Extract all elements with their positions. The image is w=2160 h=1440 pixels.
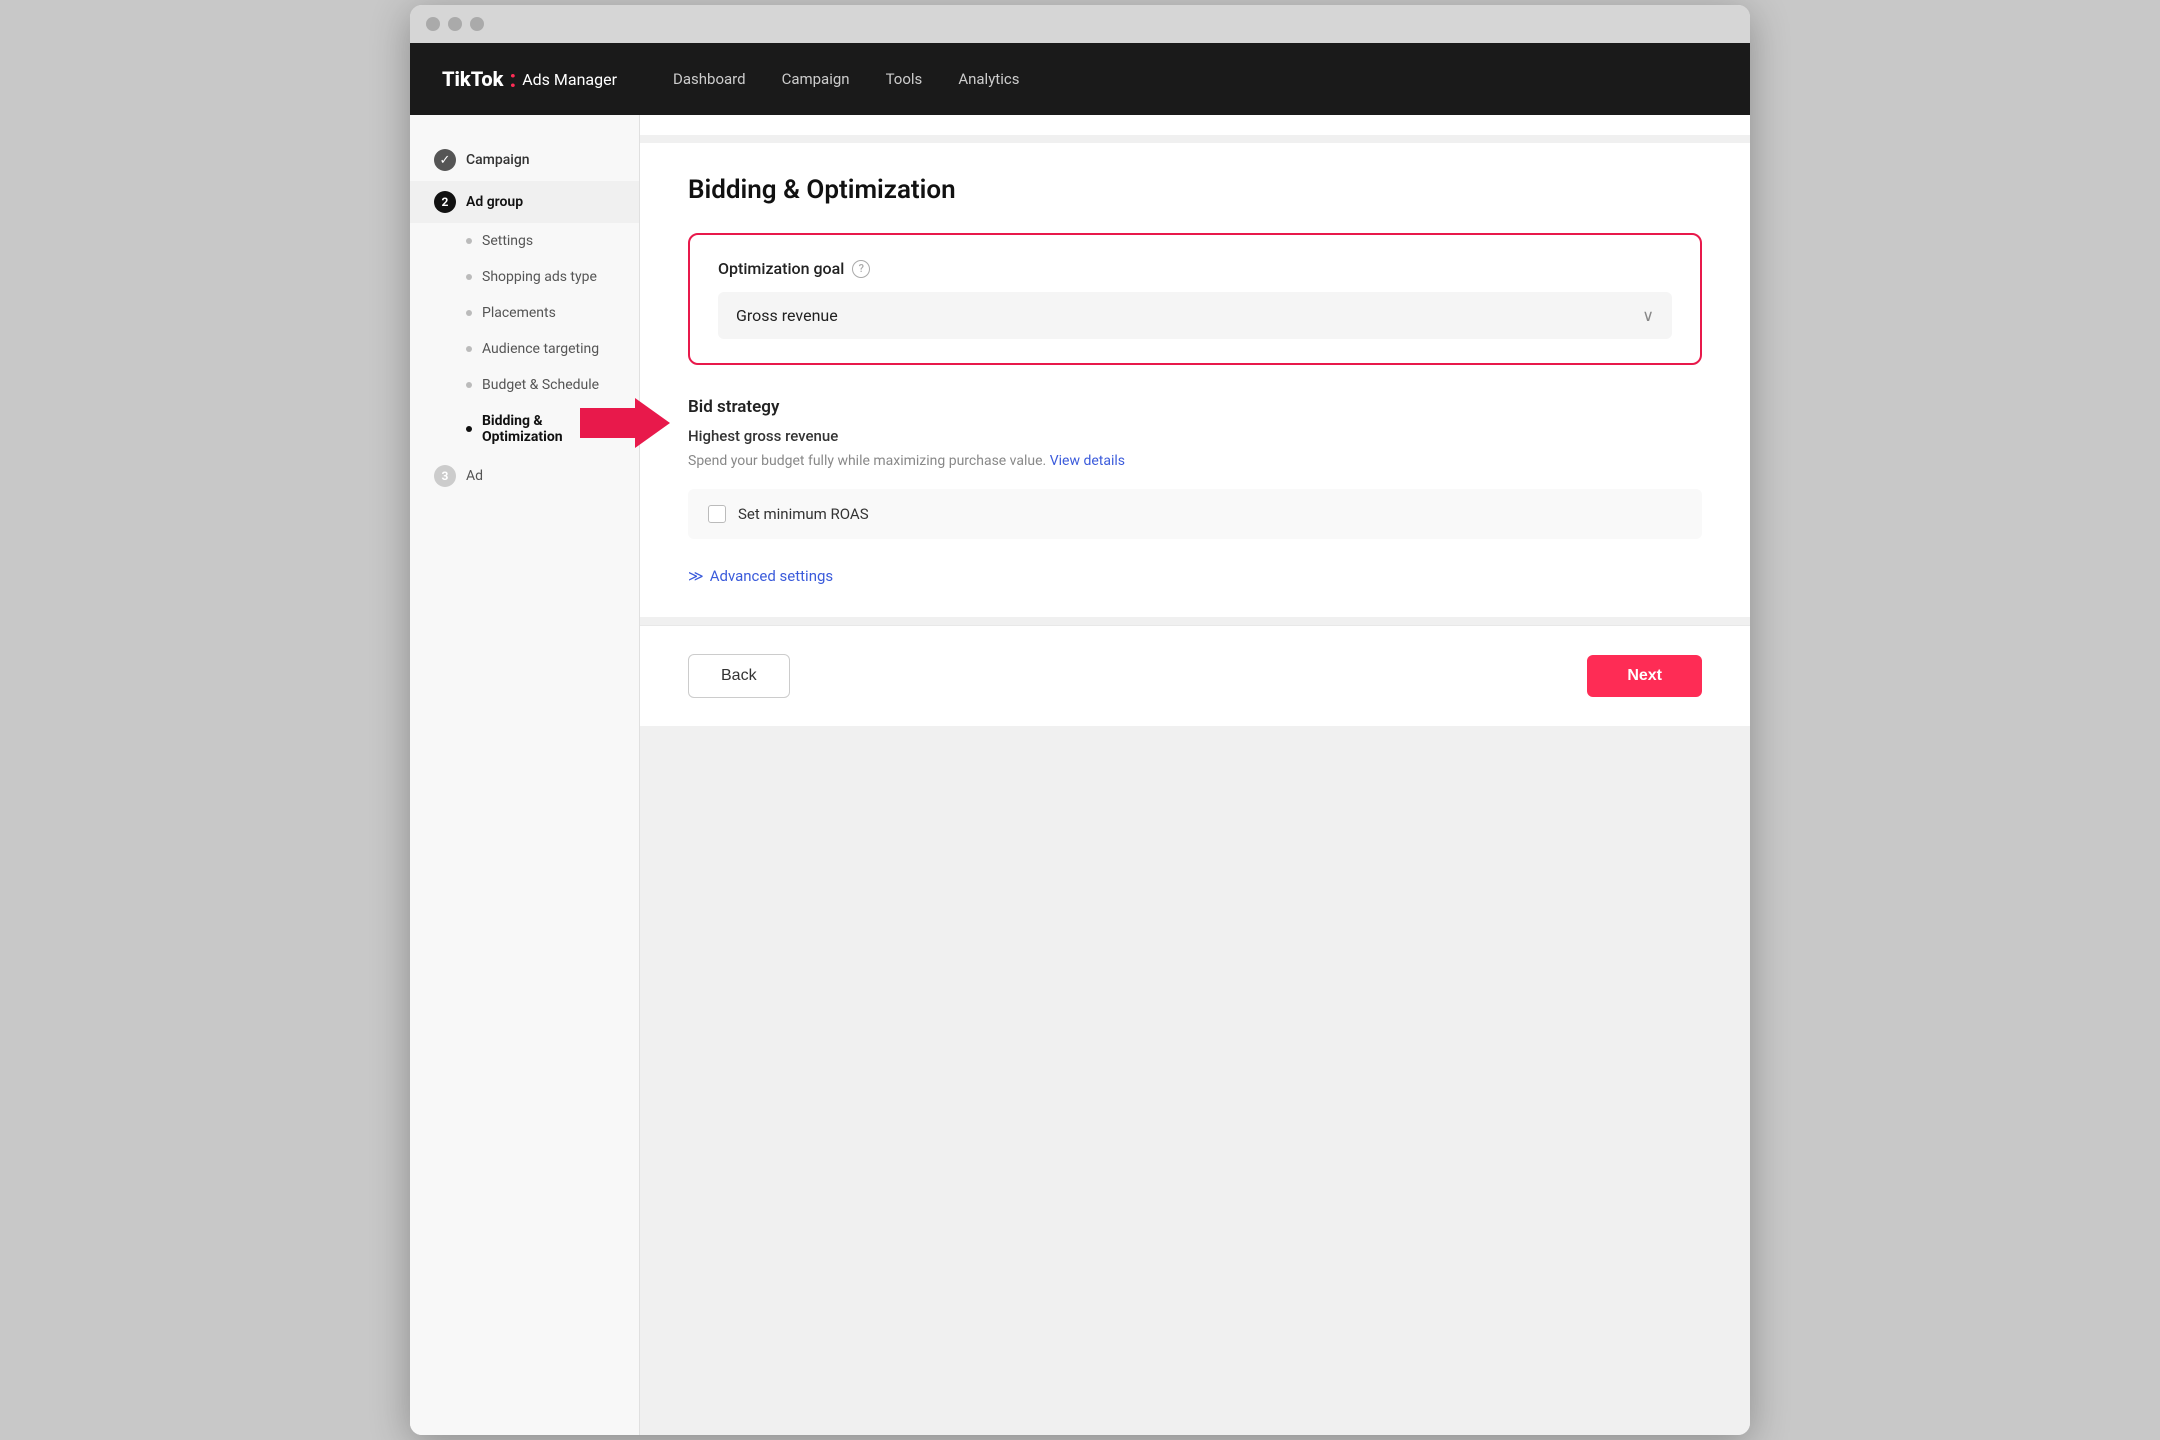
opt-select-value: Gross revenue	[736, 306, 838, 325]
advanced-chevron: ≫	[688, 567, 704, 585]
sidebar-settings-label: Settings	[482, 233, 533, 249]
arrow-indicator	[580, 393, 670, 457]
sidebar-dot-budget	[466, 382, 472, 388]
sidebar-check-campaign: ✓	[434, 149, 456, 171]
next-button[interactable]: Next	[1587, 655, 1702, 697]
app-body: ✓ Campaign 2 Ad group Settings Shopping …	[410, 115, 1750, 1435]
bidding-section: Bidding & Optimization Optimization goal…	[640, 143, 1750, 617]
chevron-down-icon: ∨	[1642, 306, 1654, 325]
sidebar-placements-label: Placements	[482, 305, 556, 321]
optimization-box: Optimization goal ? Gross revenue ∨	[688, 233, 1702, 365]
nav-dashboard[interactable]: Dashboard	[673, 70, 746, 88]
sidebar-dot-placements	[466, 310, 472, 316]
sidebar-sub-placements[interactable]: Placements	[410, 295, 639, 331]
sidebar-dot-settings	[466, 238, 472, 244]
topnav-logo: TikTok: Ads Manager	[442, 67, 617, 91]
top-placeholder	[640, 115, 1750, 135]
browser-dot-3	[470, 17, 484, 31]
browser-dot-2	[448, 17, 462, 31]
sidebar-item-campaign[interactable]: ✓ Campaign	[410, 139, 639, 181]
main-wrapper: Bidding & Optimization Optimization goal…	[640, 115, 1750, 1435]
sidebar-shopping-label: Shopping ads type	[482, 269, 597, 285]
sidebar-badge-adgroup: 2	[434, 191, 456, 213]
browser-window: TikTok: Ads Manager Dashboard Campaign T…	[410, 5, 1750, 1435]
sidebar-audience-label: Audience targeting	[482, 341, 599, 357]
sidebar-badge-ad: 3	[434, 465, 456, 487]
opt-label-text: Optimization goal	[718, 259, 844, 278]
nav-campaign[interactable]: Campaign	[782, 70, 850, 88]
sidebar-ad-label: Ad	[466, 468, 483, 484]
topnav: TikTok: Ads Manager Dashboard Campaign T…	[410, 43, 1750, 115]
back-button[interactable]: Back	[688, 654, 790, 698]
opt-help-icon[interactable]: ?	[852, 260, 870, 278]
topnav-links: Dashboard Campaign Tools Analytics	[673, 70, 1019, 88]
bid-strategy-desc: Spend your budget fully while maximizing…	[688, 453, 1702, 469]
sidebar-dot-shopping	[466, 274, 472, 280]
sidebar-sub-audience[interactable]: Audience targeting	[410, 331, 639, 367]
sidebar-item-adgroup[interactable]: 2 Ad group	[410, 181, 639, 223]
topnav-ads-text: Ads Manager	[522, 70, 617, 89]
advanced-settings-toggle[interactable]: ≫ Advanced settings	[688, 567, 1702, 585]
advanced-settings-label: Advanced settings	[710, 567, 833, 585]
nav-tools[interactable]: Tools	[886, 70, 923, 88]
section-title: Bidding & Optimization	[688, 175, 1702, 205]
roas-checkbox[interactable]	[708, 505, 726, 523]
sidebar-sub-shopping[interactable]: Shopping ads type	[410, 259, 639, 295]
opt-label: Optimization goal ?	[718, 259, 1672, 278]
main-content: Bidding & Optimization Optimization goal…	[640, 115, 1750, 726]
nav-analytics[interactable]: Analytics	[958, 70, 1019, 88]
footer-bar: Back Next	[640, 625, 1750, 726]
sidebar-dot-bidding	[466, 426, 472, 432]
bid-strategy-subtitle: Highest gross revenue	[688, 427, 1702, 445]
roas-row: Set minimum ROAS	[688, 489, 1702, 539]
view-details-link[interactable]: View details	[1050, 453, 1125, 469]
sidebar-dot-audience	[466, 346, 472, 352]
topnav-dot: :	[509, 67, 516, 91]
opt-select-dropdown[interactable]: Gross revenue ∨	[718, 292, 1672, 339]
roas-label: Set minimum ROAS	[738, 505, 869, 523]
browser-chrome	[410, 5, 1750, 43]
topnav-tiktok-text: TikTok	[442, 67, 503, 91]
sidebar-sub-settings[interactable]: Settings	[410, 223, 639, 259]
sidebar-campaign-label: Campaign	[466, 152, 530, 168]
sidebar-budget-label: Budget & Schedule	[482, 377, 599, 393]
browser-dot-1	[426, 17, 440, 31]
sidebar: ✓ Campaign 2 Ad group Settings Shopping …	[410, 115, 640, 1435]
sidebar-item-ad[interactable]: 3 Ad	[410, 455, 639, 497]
sidebar-adgroup-label: Ad group	[466, 194, 523, 210]
bid-desc-text: Spend your budget fully while maximizing…	[688, 453, 1046, 469]
bid-strategy-title: Bid strategy	[688, 397, 1702, 417]
